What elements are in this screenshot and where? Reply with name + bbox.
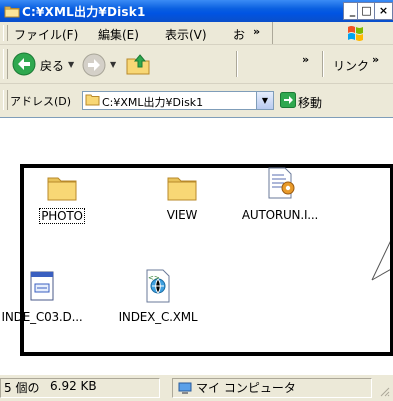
windows-logo-icon: [346, 24, 368, 45]
file-name: INDEX_C.XML: [118, 310, 198, 324]
address-value: C:¥XML出力¥Disk1: [102, 96, 204, 109]
back-dropdown-icon[interactable]: ▼: [68, 60, 74, 69]
folder-icon: [46, 177, 78, 205]
menu-edit[interactable]: 編集(E): [98, 26, 139, 43]
resize-grip-icon[interactable]: [378, 385, 390, 397]
explorer-window: C:¥XML出力¥Disk1 _ □ × ファイル(F) 編集(E) 表示(V)…: [0, 0, 393, 401]
toolbar-separator: [236, 51, 238, 77]
title-bar[interactable]: C:¥XML出力¥Disk1 _ □ ×: [0, 0, 393, 22]
address-grip[interactable]: [3, 90, 8, 110]
toolbar-overflow-chevron[interactable]: »: [302, 53, 309, 66]
back-button[interactable]: 戻る: [40, 57, 64, 74]
folder-icon: [4, 4, 20, 21]
forward-dropdown-icon[interactable]: ▼: [110, 60, 116, 69]
file-name: INDE_C03.D...: [1, 310, 83, 324]
go-button[interactable]: 移動: [298, 94, 322, 111]
document-file-icon: [27, 271, 57, 307]
menu-view[interactable]: 表示(V): [165, 26, 207, 43]
file-item[interactable]: <> INDEX_C.XML: [116, 268, 200, 324]
folder-icon: [166, 177, 198, 205]
status-count: 5 個の: [4, 381, 40, 395]
menu-file[interactable]: ファイル(F): [14, 26, 78, 43]
file-name: VIEW: [166, 208, 198, 222]
status-bar: 5 個の 6.92 KB マイ コンピュータ: [0, 374, 393, 401]
forward-arrow-icon[interactable]: [82, 53, 106, 80]
links-separator: [322, 51, 324, 77]
file-name: AUTORUN.I...: [241, 208, 319, 222]
close-button[interactable]: ×: [374, 2, 393, 20]
address-label: アドレス(D): [10, 95, 72, 108]
menu-grip[interactable]: [3, 25, 8, 41]
address-bar: アドレス(D) C:¥XML出力¥Disk1 ▼ 移動: [0, 84, 393, 116]
file-item[interactable]: VIEW: [140, 172, 224, 222]
status-size: 6.92 KB: [50, 379, 97, 393]
file-name: PHOTO: [39, 208, 85, 224]
links-button[interactable]: リンク: [333, 57, 369, 74]
file-item[interactable]: PHOTO: [20, 172, 104, 224]
window-title: C:¥XML出力¥Disk1: [22, 5, 146, 19]
folder-icon: [85, 93, 100, 109]
go-arrow-icon[interactable]: [280, 92, 296, 111]
menu-divider: [272, 22, 273, 44]
back-arrow-icon[interactable]: [12, 52, 36, 79]
up-folder-icon[interactable]: [125, 51, 151, 80]
ini-file-icon: [263, 167, 297, 205]
links-overflow-chevron[interactable]: »: [372, 53, 379, 66]
toolbar-grip[interactable]: [3, 49, 8, 79]
address-dropdown-button[interactable]: ▼: [256, 92, 273, 109]
standard-toolbar: 戻る ▼ ▼ » リンク »: [0, 45, 393, 84]
address-input[interactable]: C:¥XML出力¥Disk1 ▼: [82, 91, 274, 110]
xml-file-icon: <>: [142, 269, 174, 307]
file-list-view[interactable]: PHOTO VIEW AUTORUN.I... INDE_C03.D... <>…: [0, 117, 393, 374]
file-item[interactable]: AUTORUN.I...: [238, 166, 322, 222]
status-location: マイ コンピュータ: [196, 381, 296, 395]
menu-overflow-chevron[interactable]: »: [253, 25, 260, 38]
my-computer-icon: [178, 382, 192, 398]
svg-text:<>: <>: [148, 274, 160, 282]
menu-favorites[interactable]: お: [233, 26, 245, 43]
menu-bar: ファイル(F) 編集(E) 表示(V) お »: [0, 22, 393, 45]
file-item[interactable]: INDE_C03.D...: [0, 270, 84, 324]
